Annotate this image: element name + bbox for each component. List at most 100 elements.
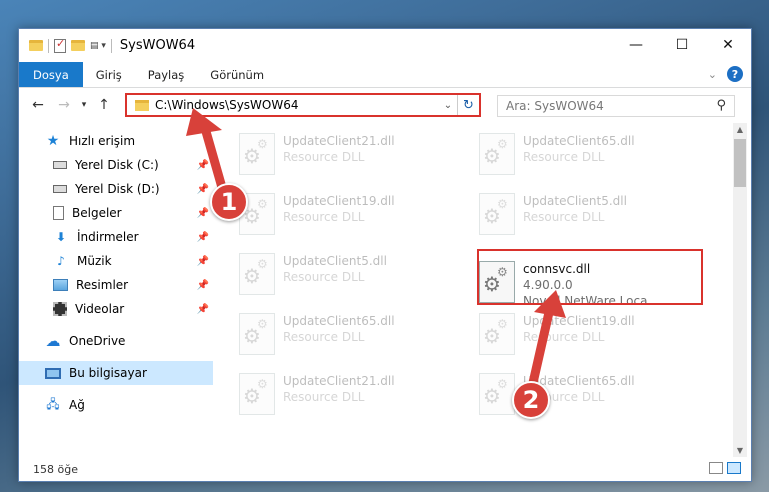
nav-item-local-disk-c[interactable]: Yerel Disk (C:) 📌 — [19, 153, 213, 177]
nav-label: Belgeler — [72, 206, 122, 220]
nav-label: Bu bilgisayar — [69, 366, 147, 380]
file-tile[interactable]: UpdateClient65.dll Resource DLL — [235, 309, 455, 361]
cloud-icon: ☁ — [45, 332, 61, 350]
step-1-badge: 1 — [210, 183, 248, 221]
file-description: Resource DLL — [283, 210, 365, 224]
nav-label: Ağ — [69, 398, 85, 412]
nav-label: Yerel Disk (D:) — [75, 182, 160, 196]
file-tile[interactable]: UpdateClient65.dllResource DLL — [475, 129, 695, 181]
expand-ribbon-chevron-icon[interactable]: ⌄ — [708, 68, 717, 81]
file-tile[interactable]: UpdateClient5.dll Resource DLL — [235, 249, 455, 301]
file-tile[interactable]: UpdateClient19.dll Resource DLL — [475, 309, 695, 361]
nav-network[interactable]: 🖧 Ağ — [19, 393, 213, 417]
vertical-scrollbar[interactable]: ▲ ▼ — [733, 123, 747, 457]
address-row: ← → ▾ ↑ C:\Windows\SysWOW64 ⌄ ↻ Ara: Sys… — [19, 88, 751, 122]
maximize-button[interactable]: ☐ — [659, 29, 705, 61]
tab-home[interactable]: Giriş — [83, 62, 135, 87]
drive-icon — [53, 185, 67, 193]
nav-item-videos[interactable]: Videolar 📌 — [19, 297, 213, 321]
explorer-window: ▤ ▾ SysWOW64 — ☐ ✕ Dosya Giriş Paylaş Gö… — [18, 28, 752, 482]
computer-icon — [45, 367, 61, 379]
nav-onedrive[interactable]: ☁ OneDrive — [19, 329, 213, 353]
navigation-pane: ★ Hızlı erişim Yerel Disk (C:) 📌 Yerel D… — [19, 123, 213, 457]
tab-share[interactable]: Paylaş — [135, 62, 198, 87]
nav-label: Hızlı erişim — [69, 134, 136, 148]
search-input[interactable]: Ara: SysWOW64 ⚲ — [497, 95, 735, 117]
file-description: Resource DLL — [523, 210, 605, 224]
address-dropdown-chevron-icon[interactable]: ⌄ — [439, 100, 457, 111]
dll-file-icon — [479, 313, 515, 355]
back-arrow-icon[interactable]: ← — [25, 97, 51, 113]
file-description: Resource DLL — [523, 150, 605, 164]
recent-locations-chevron-icon[interactable]: ▾ — [77, 100, 91, 110]
window-title: SysWOW64 — [119, 38, 196, 53]
file-tile[interactable]: UpdateClient65.dllResource DLL — [475, 369, 695, 421]
file-list: ▲ ▼ connsvc.dll 4.90.0.0 Novell NetWare … — [213, 123, 751, 457]
item-count: 158 öğe — [33, 462, 78, 476]
scroll-down-icon[interactable]: ▼ — [733, 446, 747, 455]
file-tile[interactable]: UpdateClient21.dll Resource DLL — [235, 369, 455, 421]
refresh-icon[interactable]: ↻ — [457, 95, 479, 115]
nav-this-pc[interactable]: Bu bilgisayar — [19, 361, 213, 385]
folder-icon — [29, 40, 43, 51]
address-bar[interactable]: C:\Windows\SysWOW64 ⌄ ↻ — [125, 93, 481, 117]
file-name: UpdateClient5.dll — [523, 194, 627, 208]
drive-icon — [53, 161, 67, 169]
tiles-view-icon[interactable] — [727, 462, 741, 474]
download-icon: ⬇ — [55, 230, 67, 244]
file-tile[interactable]: UpdateClient5.dll Resource DLL — [475, 189, 695, 241]
star-icon: ★ — [46, 133, 60, 149]
scroll-up-icon[interactable]: ▲ — [733, 125, 747, 134]
pictures-icon — [53, 279, 68, 291]
nav-item-local-disk-d[interactable]: Yerel Disk (D:) 📌 — [19, 177, 213, 201]
toolbar-divider — [110, 38, 112, 53]
file-description: Resource DLL — [283, 270, 365, 284]
folder-icon — [135, 99, 149, 111]
tab-view[interactable]: Görünüm — [197, 62, 277, 87]
nav-item-pictures[interactable]: Resimler 📌 — [19, 273, 213, 297]
main-area: ★ Hızlı erişim Yerel Disk (C:) 📌 Yerel D… — [19, 123, 751, 457]
ribbon-tabs: Dosya Giriş Paylaş Görünüm ⌄ ? — [19, 62, 751, 88]
nav-item-downloads[interactable]: ⬇ İndirmeler 📌 — [19, 225, 213, 249]
scrollbar-thumb[interactable] — [734, 139, 746, 187]
file-description: Resource DLL — [283, 330, 365, 344]
properties-icon[interactable] — [54, 37, 66, 53]
pin-icon: 📌 — [196, 231, 209, 243]
dll-file-icon — [479, 193, 515, 235]
nav-item-documents[interactable]: Belgeler 📌 — [19, 201, 213, 225]
help-icon[interactable]: ? — [727, 66, 743, 82]
pin-icon: 📌 — [196, 183, 209, 195]
up-arrow-icon[interactable]: ↑ — [91, 97, 117, 113]
network-icon: 🖧 — [46, 396, 60, 411]
customize-toolbar-chevron-icon[interactable]: ▤ ▾ — [90, 41, 106, 51]
search-placeholder: Ara: SysWOW64 — [506, 99, 604, 113]
file-name: UpdateClient21.dll — [283, 374, 395, 388]
address-path[interactable]: C:\Windows\SysWOW64 — [155, 98, 439, 112]
dll-file-icon — [239, 373, 275, 415]
file-name: UpdateClient19.dll — [283, 194, 395, 208]
forward-arrow-icon[interactable]: → — [51, 97, 77, 113]
music-icon: ♪ — [57, 254, 65, 268]
pin-icon: 📌 — [196, 207, 209, 219]
dll-file-icon — [239, 253, 275, 295]
nav-item-music[interactable]: ♪ Müzik 📌 — [19, 249, 213, 273]
quick-access-toolbar: ▤ ▾ — [19, 37, 112, 53]
file-name: UpdateClient65.dll — [283, 314, 395, 328]
new-folder-icon[interactable] — [71, 40, 85, 51]
nav-label: İndirmeler — [77, 230, 139, 244]
details-view-icon[interactable] — [709, 462, 723, 474]
step-2-badge: 2 — [512, 381, 550, 419]
document-icon — [53, 206, 64, 220]
close-button[interactable]: ✕ — [705, 29, 751, 61]
minimize-button[interactable]: — — [613, 29, 659, 61]
file-highlight-box — [477, 249, 703, 305]
search-icon[interactable]: ⚲ — [716, 98, 726, 113]
nav-label: Müzik — [77, 254, 112, 268]
file-tile[interactable]: UpdateClient19.dll Resource DLL — [235, 189, 455, 241]
file-name: UpdateClient21.dll — [283, 134, 395, 148]
file-tile[interactable]: UpdateClient21.dll Resource DLL — [235, 129, 455, 181]
tab-file[interactable]: Dosya — [19, 62, 83, 87]
nav-label: OneDrive — [69, 334, 126, 348]
nav-quick-access[interactable]: ★ Hızlı erişim — [19, 129, 213, 153]
pin-icon: 📌 — [196, 159, 209, 171]
